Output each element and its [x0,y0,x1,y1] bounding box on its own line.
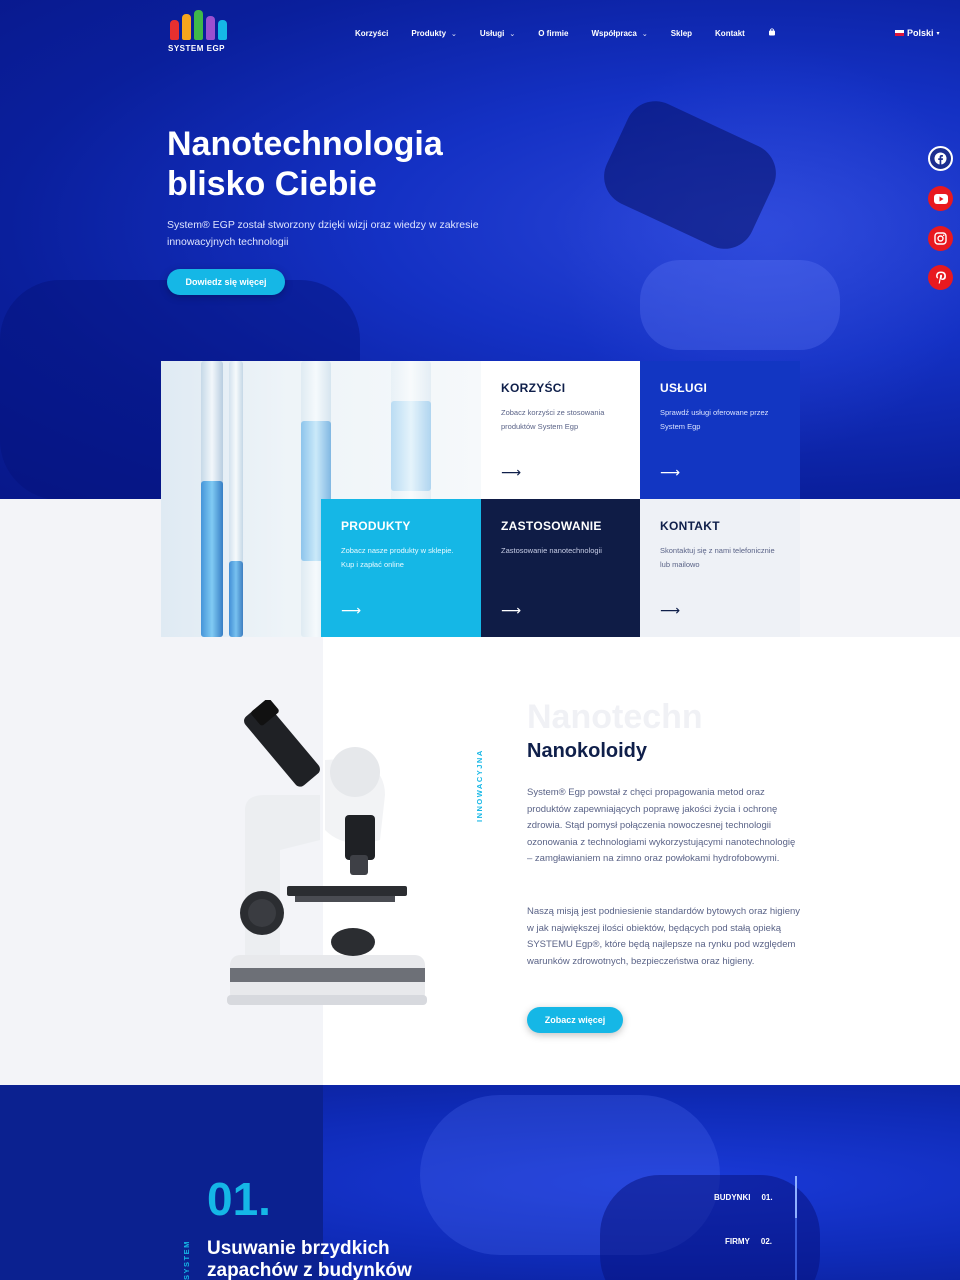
nav-label: Korzyści [355,28,389,38]
nav-label: Produkty [411,28,447,38]
background-shape [600,1175,820,1280]
hero-title-line-1: Nanotechnologia [167,125,443,163]
about-paragraph-2: Naszą misją jest podniesienie standardów… [527,906,801,967]
instagram-icon[interactable] [928,226,953,251]
about-title: Nanokoloidy [527,740,648,762]
hero-subtitle: System® EGP został stworzony dzięki wizj… [167,219,479,248]
arrow-right-icon: ⟶ [660,464,681,480]
arrow-right-icon: ⟶ [660,602,681,618]
tile-text: Zastosowanie nanotechnologii [501,546,602,555]
caret-down-icon: ▾ [936,30,940,37]
hero-title-line-2: blisko Ciebie [167,165,377,203]
side-nav-label: BUDYNKI [714,1193,751,1202]
nav-item-korzysci[interactable]: Korzyści [355,29,388,38]
poland-flag-icon [895,30,904,36]
side-nav-budynki[interactable]: BUDYNKI 01. [714,1193,773,1202]
arrow-right-icon: ⟶ [501,602,522,618]
nav-item-sklep[interactable]: Sklep [671,29,692,38]
hero-title: Nanotechnologia blisko Ciebie [167,124,527,204]
logo-text: SYSTEM EGP [168,44,226,53]
feature-number: 01. [207,1173,271,1225]
nav-label: Współpraca [591,28,637,38]
tile-text: Zobacz korzyści ze stosowania produktów … [501,408,605,431]
side-nav-number: 02. [760,1237,773,1246]
tile-title: USŁUGI [660,381,708,395]
tile-title: KONTAKT [660,519,720,533]
microscope-image [227,700,427,1005]
tile-title: PRODUKTY [341,519,411,533]
chevron-down-icon: ⌄ [451,30,457,38]
tile-text: Skontaktuj się z nami telefonicznie lub … [660,546,775,569]
tile-produkty[interactable]: PRODUKTY Zobacz nasze produkty w sklepie… [321,499,481,637]
nav-label: Sklep [670,28,693,38]
tile-zastosowanie[interactable]: ZASTOSOWANIE Zastosowanie nanotechnologi… [481,499,641,637]
arrow-right-icon: ⟶ [501,464,522,480]
side-nav-firmy[interactable]: FIRMY 02. [725,1237,772,1246]
nav-item-wspolpraca[interactable]: Współpraca ⌄ [591,29,647,38]
site-logo[interactable]: SYSTEM EGP [168,10,228,60]
facebook-icon[interactable] [928,146,953,171]
logo-mark [170,10,228,40]
tile-text: Zobacz nasze produkty w sklepie. Kup i z… [341,546,454,569]
hero-cta-button[interactable]: Dowiedz się więcej [167,269,285,295]
pinterest-icon[interactable] [928,265,953,290]
nav-label: O firmie [538,28,569,38]
arrow-right-icon: ⟶ [341,602,362,618]
nav-label: Usługi [479,28,505,38]
nav-item-kontakt[interactable]: Kontakt [715,29,745,38]
chevron-down-icon: ⌄ [641,30,648,38]
youtube-icon[interactable] [928,186,953,211]
hero-background-shape [640,260,840,350]
language-label: Polski [907,28,934,38]
main-nav: Korzyści Produkty ⌄ Usługi ⌄ O firmie Wspó… [355,28,799,38]
tile-kontakt[interactable]: KONTAKT Skontaktuj się z nami telefonicz… [640,499,800,637]
nav-item-uslugi[interactable]: Usługi ⌄ [480,29,515,38]
tile-uslugi[interactable]: USŁUGI Sprawdź usługi oferowane przez Sy… [640,361,800,499]
about-paragraph-1: System® Egp powstał z chęci propagowania… [527,787,796,864]
nav-label: Kontakt [715,28,745,38]
about-cta-button[interactable]: Zobacz więcej [527,1007,623,1033]
ghost-heading: Nanotechn [527,698,703,736]
nav-item-o-firmie[interactable]: O firmie [538,29,568,38]
feature-title: Usuwanie brzydkich zapachów z budynków [207,1238,412,1280]
side-nav-number: 01. [761,1193,773,1202]
side-nav-label: FIRMY [725,1237,750,1246]
section-vertical-label: INNOWACYJNA [475,749,484,822]
language-selector[interactable]: Polski ▾ [895,28,940,38]
tile-title: ZASTOSOWANIE [501,519,602,533]
tile-korzysci[interactable]: KORZYŚCI Zobacz korzyści ze stosowania p… [481,361,641,499]
nav-item-produkty[interactable]: Produkty ⌄ [411,29,457,38]
feature-tiles: KORZYŚCI Zobacz korzyści ze stosowania p… [161,361,800,637]
chevron-down-icon: ⌄ [509,30,516,38]
feature-slider-section [0,1085,960,1280]
bag-icon[interactable] [768,28,776,38]
tile-title: KORZYŚCI [501,381,566,395]
side-nav-active-indicator [795,1176,797,1218]
feature-vertical-label: SYSTEM [182,1240,191,1280]
tile-text: Sprawdź usługi oferowane przez System Eg… [660,408,769,431]
